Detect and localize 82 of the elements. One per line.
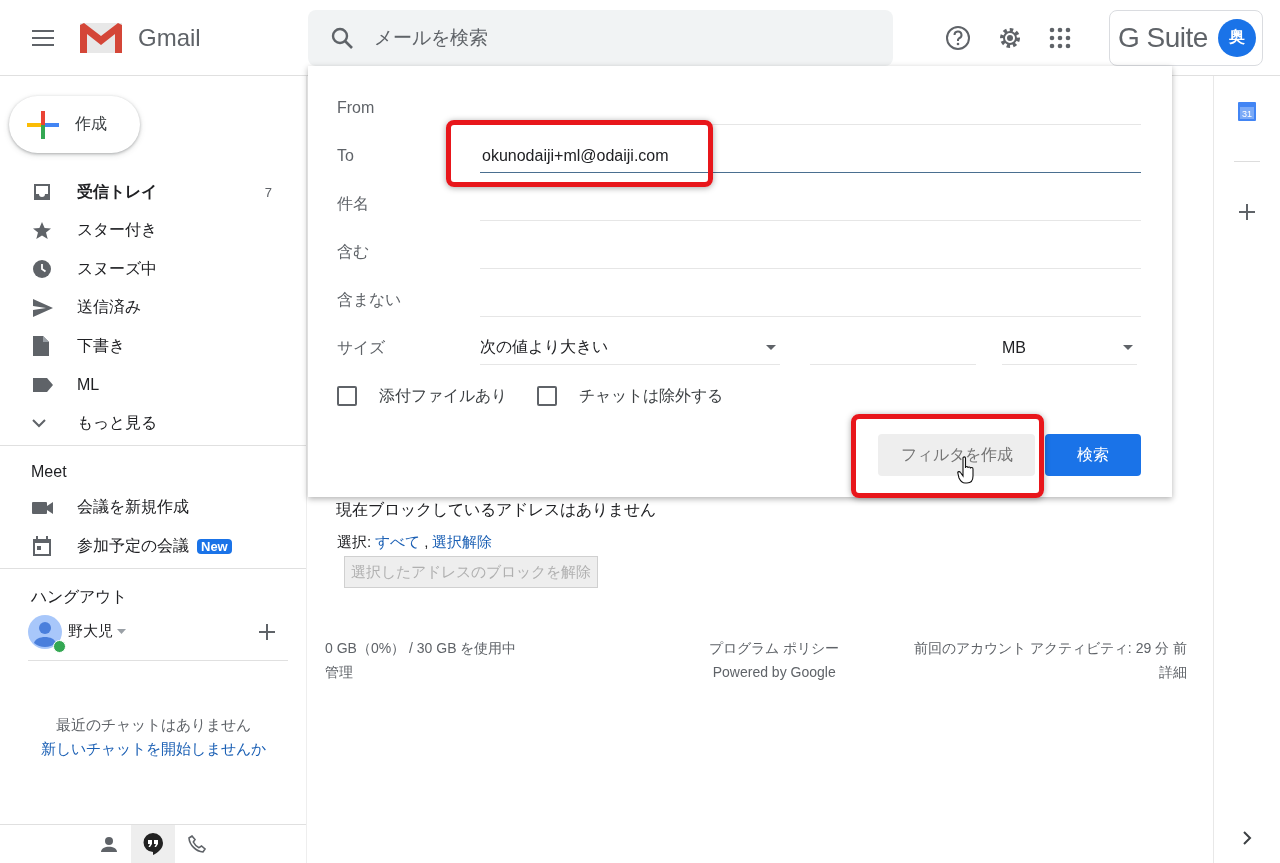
- dropdown-caret-icon: [766, 345, 776, 350]
- add-icon[interactable]: [1239, 204, 1255, 220]
- separator: ,: [424, 533, 429, 552]
- video-camera-icon: [32, 500, 54, 515]
- unread-count: 7: [264, 184, 272, 200]
- checkbox-label: チャットは除外する: [579, 385, 723, 406]
- select-label: 選択:: [337, 533, 372, 552]
- field-label: 件名: [337, 193, 370, 214]
- compose-button[interactable]: 作成: [9, 96, 140, 153]
- program-policy-link[interactable]: プログラム ポリシー: [709, 636, 840, 660]
- account-badge[interactable]: G Suite 奥: [1109, 9, 1263, 66]
- apps-grid-icon[interactable]: [1049, 26, 1071, 49]
- last-activity-text: 前回のアカウント アクティビティ: 29 分 前: [912, 639, 1187, 658]
- nav-item[interactable]: 送信済み: [0, 288, 306, 327]
- send-icon: [32, 297, 54, 318]
- phone-icon: [188, 835, 206, 853]
- field-label: 含まない: [337, 289, 402, 310]
- help-icon[interactable]: [945, 24, 971, 51]
- section-title: ハングアウト: [30, 586, 128, 607]
- checkbox[interactable]: [537, 386, 557, 406]
- nav-label: 受信トレイ: [77, 181, 157, 202]
- caret-icon[interactable]: [117, 629, 126, 634]
- user-avatar-icon: [28, 614, 62, 649]
- dropdown-caret-icon: [1123, 345, 1133, 350]
- checkbox[interactable]: [337, 386, 357, 406]
- blocked-status-text: 現在ブロックしているアドレスはありません: [335, 500, 657, 520]
- meet-item[interactable]: 参加予定の会議 New: [0, 527, 306, 566]
- meet-label: 参加予定の会議: [77, 535, 189, 556]
- search-field[interactable]: メールを検索: [308, 9, 893, 66]
- app-name: Gmail: [138, 23, 201, 52]
- field-label: 含む: [337, 241, 370, 262]
- nav-label: ML: [77, 375, 100, 394]
- menu-icon[interactable]: [32, 29, 54, 46]
- brand-name: G Suite: [1118, 21, 1208, 54]
- plus-icon: [27, 108, 59, 141]
- size-comparator-dropdown[interactable]: 次の値より大きい: [480, 331, 780, 365]
- new-badge: New: [197, 538, 232, 554]
- person-icon: [101, 836, 117, 852]
- account-avatar[interactable]: 奥: [1217, 18, 1256, 57]
- deselect-link[interactable]: 選択解除: [432, 533, 493, 552]
- star-icon: [32, 220, 52, 241]
- field-label: From: [337, 99, 376, 117]
- field-label: To: [337, 147, 355, 165]
- search-button[interactable]: 検索: [1045, 434, 1141, 476]
- nav-item[interactable]: もっと見る: [0, 404, 306, 443]
- nav-label: スヌーズ中: [77, 258, 157, 279]
- meet-label: 会議を新規作成: [77, 497, 189, 518]
- add-icon[interactable]: [259, 623, 275, 640]
- calendar-icon: [32, 535, 52, 558]
- chevron-down-icon: [32, 418, 46, 429]
- envelope-logo-icon: [78, 20, 124, 55]
- nav-item[interactable]: スヌーズ中: [0, 250, 306, 289]
- nav-label: 送信済み: [77, 297, 141, 318]
- storage-usage: 0 GB（0%） / 30 GB を使用中: [325, 639, 517, 658]
- nav-item[interactable]: ML: [0, 365, 306, 404]
- quote-bubble-icon: [143, 833, 163, 855]
- nav-label: もっと見る: [77, 412, 157, 433]
- clock-icon: [32, 259, 52, 280]
- section-title: Meet: [30, 461, 68, 482]
- create-filter-button[interactable]: フィルタを作成: [878, 434, 1035, 476]
- empty-chat-message: 最近のチャットはありません: [54, 714, 252, 735]
- field-label: サイズ: [337, 337, 386, 358]
- sidebar-tab[interactable]: [131, 825, 175, 863]
- document-icon: [32, 335, 50, 358]
- details-link[interactable]: 詳細: [1159, 660, 1187, 684]
- inbox-icon: [32, 182, 52, 203]
- user-name[interactable]: 野大児: [68, 622, 113, 641]
- select-all-link[interactable]: すべて: [375, 533, 421, 552]
- nav-item[interactable]: スター付き: [0, 211, 306, 250]
- chevron-right-icon[interactable]: [1242, 831, 1252, 845]
- powered-by-text: Powered by Google: [712, 663, 836, 682]
- nav-label: スター付き: [77, 220, 157, 241]
- nav-label: 下書き: [77, 335, 125, 356]
- meet-item[interactable]: 会議を新規作成: [0, 488, 306, 527]
- nav-item[interactable]: 下書き: [0, 327, 306, 366]
- filter-input-field[interactable]: okunodaiji+ml@odaiji.com: [480, 139, 1141, 173]
- size-unit-dropdown[interactable]: MB: [1002, 331, 1137, 365]
- label-icon: [32, 376, 54, 393]
- start-chat-link[interactable]: 新しいチャットを開始しませんか: [40, 739, 266, 757]
- nav-item[interactable]: 受信トレイ 7: [0, 173, 306, 212]
- checkbox-label: 添付ファイルあり: [379, 385, 507, 406]
- manage-link[interactable]: 管理: [325, 660, 353, 684]
